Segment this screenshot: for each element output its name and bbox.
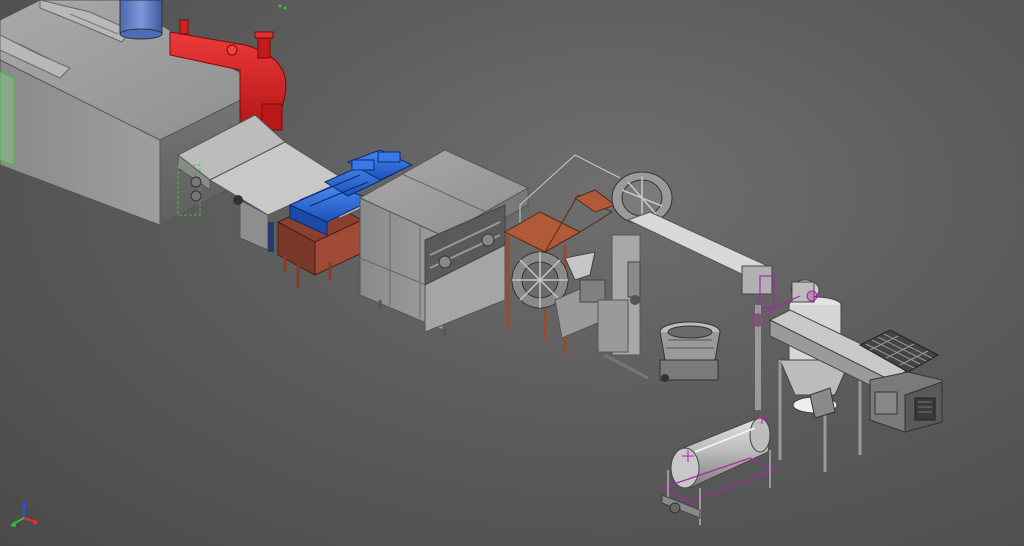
exhaust-duct-icon bbox=[119, 0, 163, 40]
mixing-bowl[interactable] bbox=[659, 321, 721, 382]
exhaust-stack[interactable] bbox=[119, 0, 163, 40]
rotary-drum[interactable] bbox=[660, 412, 777, 525]
mixing-bowl-icon bbox=[659, 321, 721, 382]
rotary-drum-icon bbox=[660, 412, 777, 525]
cad-viewport[interactable] bbox=[0, 0, 1024, 546]
sifter[interactable] bbox=[858, 329, 943, 433]
production-line-model[interactable] bbox=[0, 0, 1024, 546]
axis-triad-icon bbox=[10, 501, 39, 527]
sifter-icon bbox=[858, 329, 943, 433]
